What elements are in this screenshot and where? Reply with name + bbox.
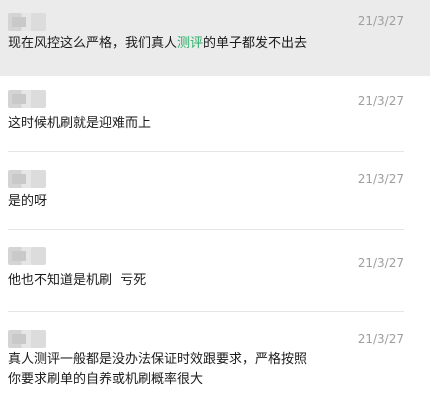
comment-item[interactable]: 21/3/27 他也不知道是机刷 亏死 (0, 230, 430, 310)
highlight-keyword-link[interactable]: 测评 (177, 36, 203, 51)
comment-item[interactable]: 21/3/27 是的呀 (0, 152, 430, 226)
comment-item[interactable]: 21/3/27 真人测评一般都是没办法保证时效跟要求，严格按照 你要求刷单的自养… (0, 312, 430, 405)
avatar[interactable] (8, 90, 46, 108)
avatar[interactable] (8, 13, 46, 31)
avatar[interactable] (8, 330, 46, 348)
comment-item[interactable]: 21/3/27 这时候机刷就是迎难而上 (0, 80, 430, 150)
avatar[interactable] (8, 247, 46, 265)
comment-text-before: 现在风控这么严格，我们真人 (8, 36, 178, 51)
comment-text: 这时候机刷就是迎难而上 (8, 116, 152, 131)
comment-item[interactable]: 21/3/27 现在风控这么严格，我们真人测评的单子都发不出去 (0, 0, 430, 76)
comment-text-after: 的单子都发不出去 (203, 36, 308, 51)
comment-text: 现在风控这么严格，我们真人测评的单子都发不出去 (8, 34, 410, 54)
comment-time: 21/3/27 (357, 94, 404, 108)
comment-time: 21/3/27 (357, 332, 404, 346)
avatar[interactable] (8, 170, 46, 188)
comment-time: 21/3/27 (357, 172, 404, 186)
comment-text: 是的呀 (8, 194, 48, 209)
comment-time: 21/3/27 (357, 14, 404, 28)
comment-time: 21/3/27 (357, 256, 404, 270)
comment-text: 他也不知道是机刷 亏死 (8, 273, 147, 288)
comment-text: 真人测评一般都是没办法保证时效跟要求，严格按照 你要求刷单的自养或机刷概率很大 (8, 352, 308, 387)
comment-list: 21/3/27 现在风控这么严格，我们真人测评的单子都发不出去 21/3/27 … (0, 0, 430, 405)
